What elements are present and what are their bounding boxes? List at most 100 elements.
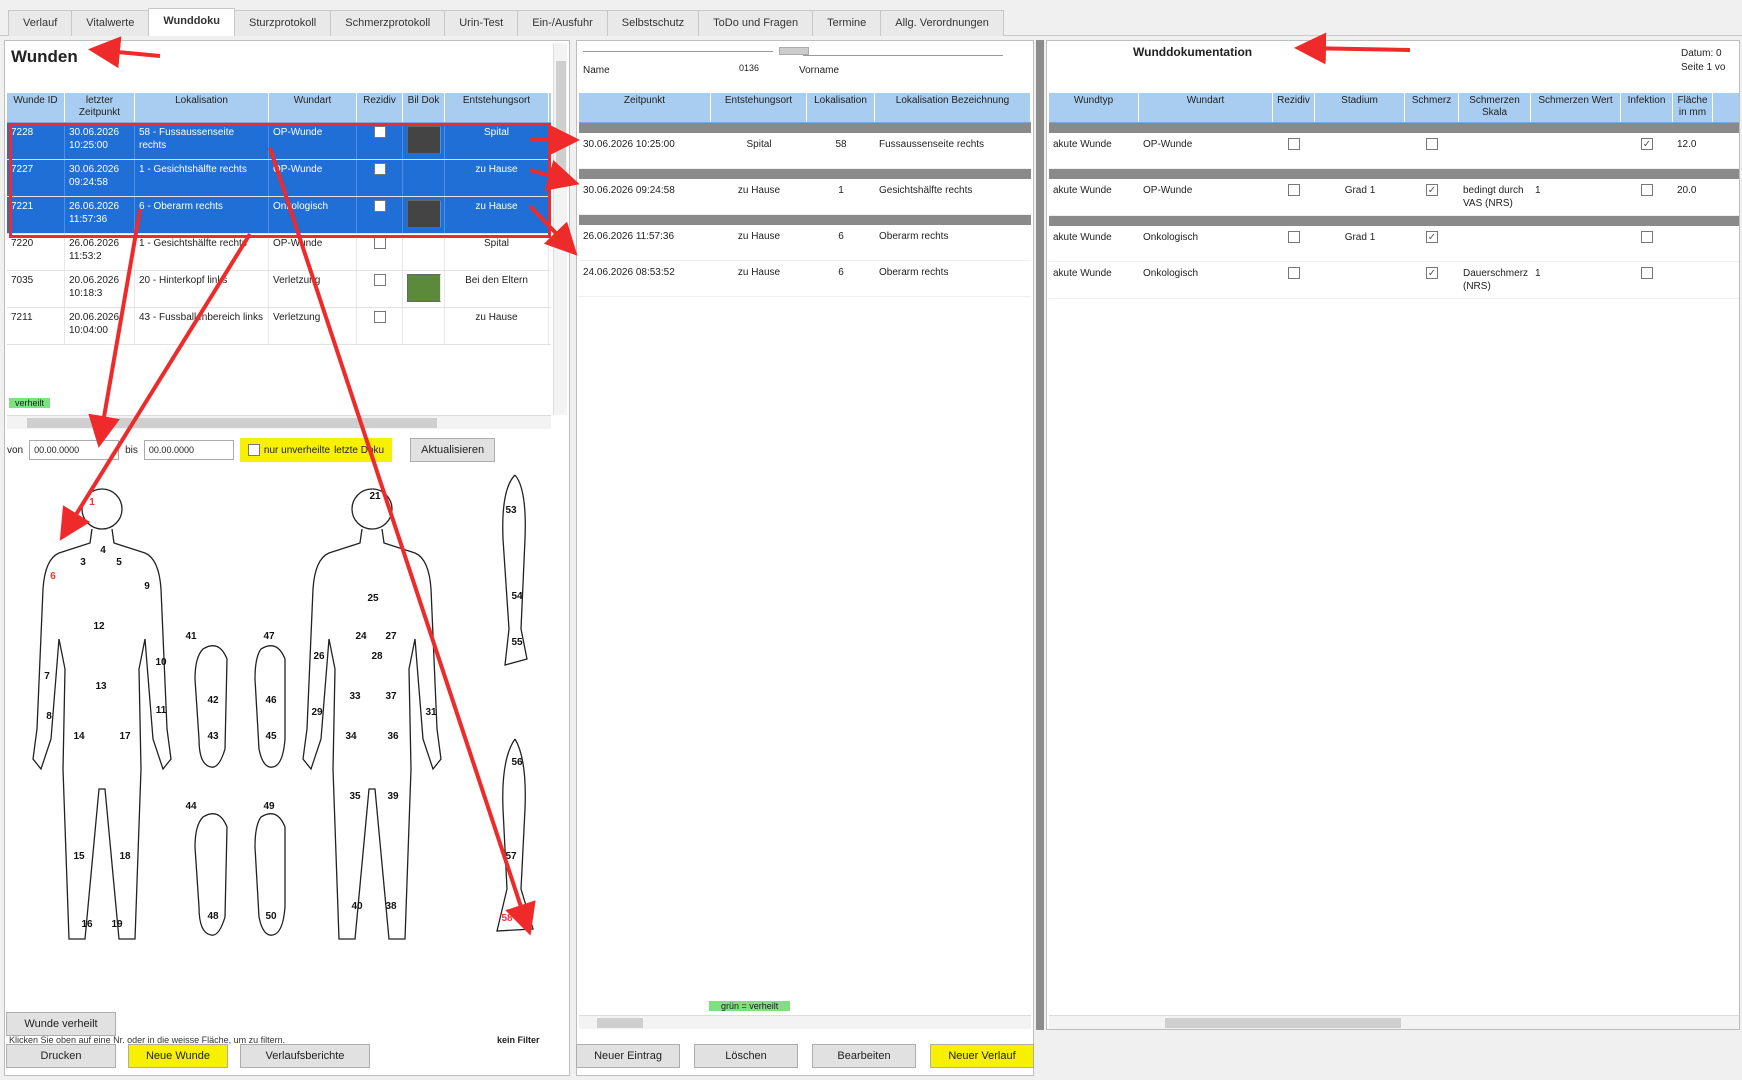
wound-photo-thumbnail[interactable] <box>407 126 441 154</box>
tab-5[interactable]: Urin-Test <box>444 10 519 36</box>
reports-button[interactable]: Verlaufsberichte <box>240 1044 370 1068</box>
svg-text:16: 16 <box>81 919 93 930</box>
documentation-horizontal-scrollbar[interactable] <box>1049 1015 1739 1029</box>
infection-checkbox[interactable] <box>1641 267 1653 280</box>
wounds-column-header[interactable]: Wunde ID <box>7 93 65 122</box>
doc-recurrence-checkbox[interactable] <box>1288 231 1300 244</box>
recurrence-checkbox[interactable] <box>373 237 386 250</box>
documentation-column-header[interactable]: Schmerzen Wert <box>1531 93 1621 122</box>
pain-checkbox[interactable] <box>1426 138 1438 151</box>
documentation-column-header[interactable]: Rezidiv <box>1273 93 1315 122</box>
tab-2[interactable]: Wunddoku <box>148 8 235 36</box>
table-row[interactable]: 7220 26.06.2026 11:53:2 1 - Gesichtshälfte… <box>7 234 551 271</box>
svg-text:45: 45 <box>265 731 277 742</box>
tab-7[interactable]: Selbstschutz <box>606 10 700 36</box>
new-entry-button[interactable]: Neuer Eintrag <box>576 1044 680 1068</box>
recurrence-cell <box>357 271 403 307</box>
table-row[interactable]: akute Wunde OP-Wunde Grad 1 bedingt durch V… <box>1049 179 1739 216</box>
delete-button[interactable]: Löschen <box>694 1044 798 1068</box>
date-label: Datum: 0 <box>1681 48 1722 59</box>
wounds-vertical-scrollbar[interactable] <box>553 43 567 415</box>
wounds-column-header[interactable]: Rezidiv <box>357 93 403 122</box>
infection-checkbox[interactable] <box>1641 231 1653 244</box>
recurrence-checkbox[interactable] <box>373 274 386 287</box>
table-row[interactable]: 7227 30.06.2026 09:24:58 1 - Gesichtshälft… <box>7 160 551 197</box>
table-row[interactable]: akute Wunde OP-Wunde 12.0 <box>1049 133 1739 169</box>
entries-column-header[interactable]: Zeitpunkt <box>579 93 711 122</box>
table-row[interactable]: 7035 20.06.2026 10:18:3 20 - Hinterkopf li… <box>7 271 551 308</box>
recurrence-checkbox[interactable] <box>373 163 386 176</box>
panel-splitter[interactable] <box>1036 40 1044 1030</box>
table-row[interactable]: akute Wunde Onkologisch Dauerschmerz (NRS)… <box>1049 262 1739 299</box>
tab-3[interactable]: Sturzprotokoll <box>233 10 332 36</box>
entries-column-header[interactable]: Lokalisation <box>807 93 875 122</box>
table-row[interactable]: 26.06.2026 11:57:36 zu Hause 6 Oberarm rech… <box>579 225 1031 261</box>
table-row[interactable]: 30.06.2026 10:25:00 Spital 58 Fussaussensei… <box>579 133 1031 169</box>
tab-10[interactable]: Allg. Verordnungen <box>880 10 1004 36</box>
tab-0[interactable]: Verlauf <box>8 10 73 36</box>
refresh-button[interactable]: Aktualisieren <box>410 438 496 462</box>
table-row[interactable]: 24.06.2026 08:53:52 zu Hause 6 Oberarm rech… <box>579 261 1031 297</box>
wounds-column-header[interactable]: Lokalisation <box>135 93 269 122</box>
entries-grid[interactable]: Zeitpunkt Entstehungsort Lokalisation Lokal… <box>579 93 1031 1023</box>
documentation-column-header[interactable]: Wundart <box>1139 93 1273 122</box>
table-row[interactable]: 7211 20.06.2026 10:04:00 43 - Fussballenbe… <box>7 308 551 345</box>
doc-recurrence <box>1273 179 1315 215</box>
doc-recurrence-checkbox[interactable] <box>1288 267 1300 280</box>
new-course-button[interactable]: Neuer Verlauf <box>930 1044 1034 1068</box>
doc-infection <box>1621 133 1673 168</box>
tab-6[interactable]: Ein-/Ausfuhr <box>517 10 608 36</box>
pain-checkbox[interactable] <box>1426 231 1438 244</box>
recurrence-checkbox[interactable] <box>373 200 386 213</box>
table-row[interactable]: 30.06.2026 09:24:58 zu Hause 1 Gesichtshälf… <box>579 179 1031 215</box>
doc-wound-type: akute Wunde <box>1053 185 1112 196</box>
documentation-column-header[interactable]: Schmerzen Skala <box>1459 93 1531 122</box>
edit-button[interactable]: Bearbeiten <box>812 1044 916 1068</box>
recurrence-checkbox[interactable] <box>373 126 386 139</box>
wound-photo-thumbnail[interactable] <box>407 274 441 302</box>
pain-checkbox[interactable] <box>1426 184 1438 197</box>
infection-checkbox[interactable] <box>1641 138 1653 151</box>
wound-photo-thumbnail[interactable] <box>407 200 441 228</box>
documentation-column-header[interactable]: Stadium <box>1315 93 1405 122</box>
wounds-horizontal-scrollbar[interactable] <box>7 415 551 429</box>
infection-checkbox[interactable] <box>1641 184 1653 197</box>
entries-horizontal-scrollbar[interactable] <box>579 1015 1031 1029</box>
from-date-field[interactable]: 00.00.0000 <box>29 440 120 460</box>
recurrence-checkbox[interactable] <box>373 311 386 324</box>
image-cell <box>403 123 445 159</box>
recurrence-cell <box>357 123 403 159</box>
documentation-column-header[interactable]: Infektion <box>1621 93 1673 122</box>
documentation-column-header[interactable]: Wundtyp <box>1049 93 1139 122</box>
table-row[interactable]: 7221 26.06.2026 11:57:36 6 - Oberarm recht… <box>7 197 551 234</box>
pain-checkbox[interactable] <box>1426 267 1438 280</box>
tab-8[interactable]: ToDo und Fragen <box>698 10 814 36</box>
only-open-filter[interactable]: nur unverheilte letzte Doku <box>239 438 393 462</box>
doc-recurrence-checkbox[interactable] <box>1288 138 1300 151</box>
tab-4[interactable]: Schmerzprotokoll <box>330 10 446 36</box>
wound-healed-button[interactable]: Wunde verheilt <box>6 1012 116 1036</box>
entries-column-header[interactable]: Lokalisation Bezeichnung <box>875 93 1031 122</box>
tab-1[interactable]: Vitalwerte <box>71 10 150 36</box>
table-row[interactable]: akute Wunde Onkologisch Grad 1 <box>1049 226 1739 262</box>
wounds-column-header[interactable]: letzter Zeitpunkt <box>65 93 135 122</box>
new-wound-button[interactable]: Neue Wunde <box>128 1044 228 1068</box>
to-date-field[interactable]: 00.00.0000 <box>143 440 234 460</box>
entries-column-header[interactable]: Entstehungsort <box>711 93 807 122</box>
wounds-grid[interactable]: Wunde ID letzter Zeitpunkt Lokalisation Wun… <box>7 93 551 415</box>
recurrence-cell <box>357 197 403 233</box>
tab-9[interactable]: Termine <box>812 10 882 36</box>
only-open-checkbox[interactable] <box>247 444 260 456</box>
print-button[interactable]: Drucken <box>6 1044 116 1068</box>
doc-recurrence-checkbox[interactable] <box>1288 184 1300 197</box>
wounds-column-header[interactable]: Wundart <box>269 93 357 122</box>
wounds-column-header[interactable]: Entstehungsort <box>445 93 549 122</box>
documentation-column-header[interactable]: Schmerz <box>1405 93 1459 122</box>
wounds-column-header[interactable]: Bil Dok <box>403 93 445 122</box>
documentation-grid[interactable]: Wundtyp Wundart Rezidiv Stadium Schmerz Schme… <box>1049 93 1739 299</box>
wound-id: 7035 <box>7 271 65 307</box>
documentation-column-header[interactable]: Fläche in mm <box>1673 93 1713 122</box>
body-map[interactable]: 1 6 3 54 91213 710811 14 1715 18 16 19 21252… <box>7 469 569 1024</box>
table-row[interactable]: 7228 30.06.2026 10:25:00 58 - Fussaussense… <box>7 123 551 160</box>
doc-recurrence <box>1273 226 1315 261</box>
